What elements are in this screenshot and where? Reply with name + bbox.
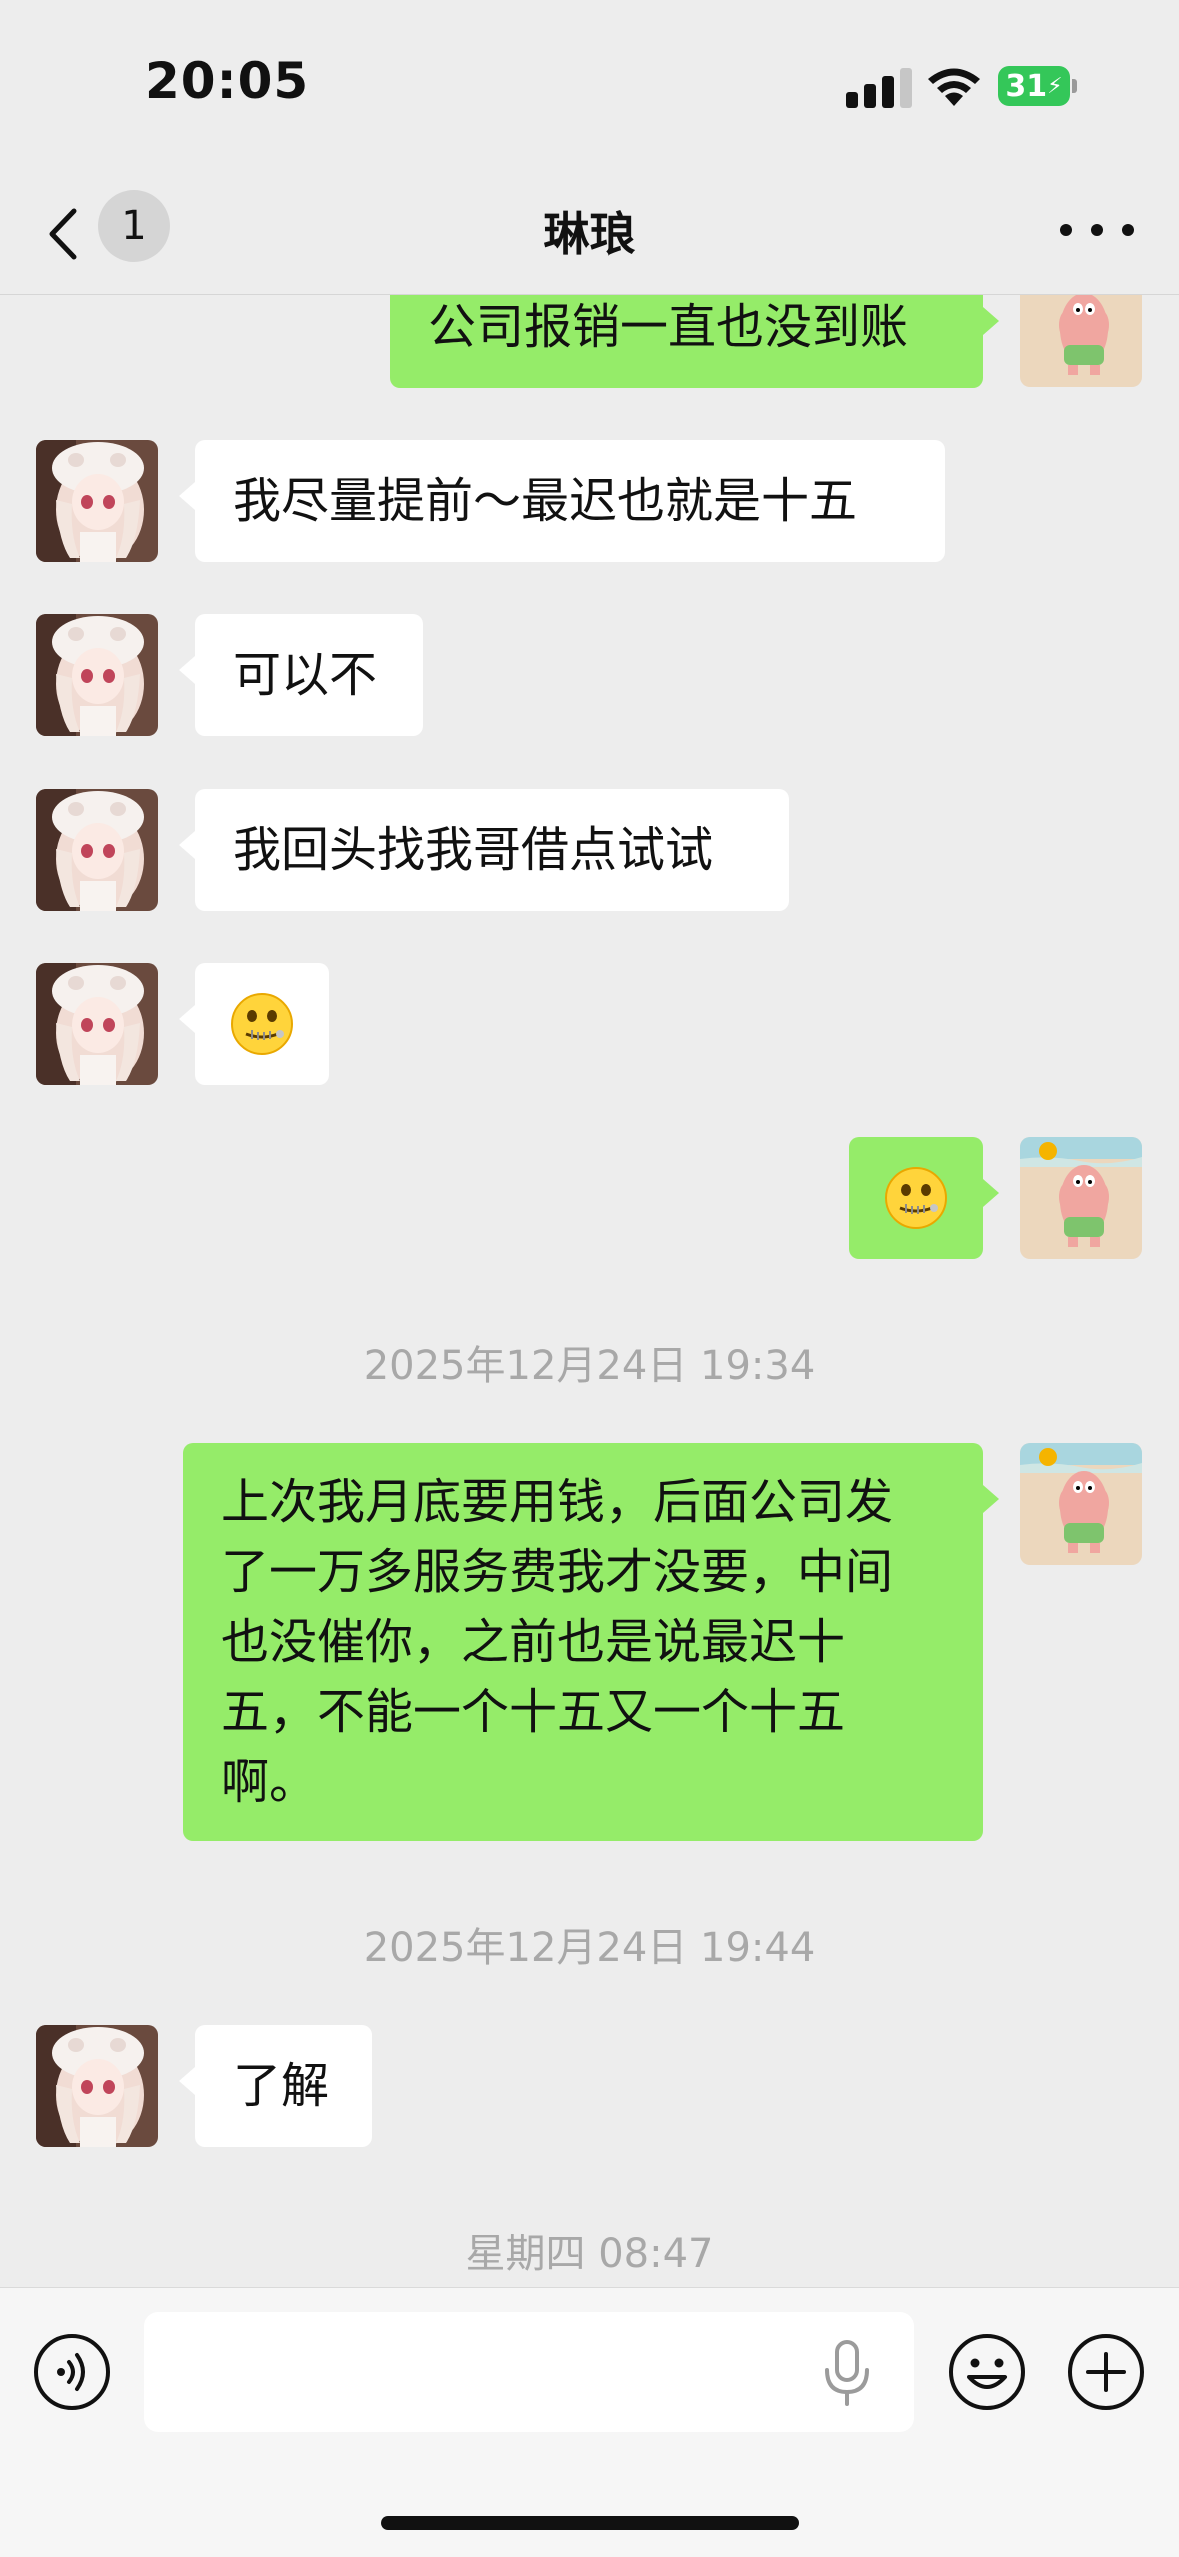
contact-avatar[interactable] bbox=[36, 963, 158, 1085]
message-timestamp: 星期四 08:47 bbox=[465, 2231, 714, 2277]
outgoing-message-bubble[interactable] bbox=[849, 1137, 999, 1259]
message-text: 了解 bbox=[233, 2058, 330, 2114]
contact-avatar[interactable] bbox=[36, 789, 158, 911]
status-bar: 20:05 31 ⚡ bbox=[0, 0, 1179, 170]
girl-avatar-icon bbox=[36, 2025, 158, 2147]
patrick-avatar-icon bbox=[1020, 295, 1142, 387]
message-text-line: 啊。 bbox=[221, 1754, 318, 1810]
outgoing-message-bubble[interactable]: 上次我月底要用钱，后面公司发 了一万多服务费我才没要，中间 也没催你，之前也是说… bbox=[183, 1443, 999, 1841]
outgoing-message-bubble[interactable]: 公司报销一直也没到账 bbox=[390, 295, 999, 388]
message-text: 我回头找我哥借点试试 bbox=[233, 822, 714, 878]
contact-avatar[interactable] bbox=[36, 614, 158, 736]
message-text: 我尽量提前～最迟也就是十五 bbox=[233, 473, 858, 529]
my-avatar[interactable] bbox=[1020, 295, 1142, 387]
message-list[interactable]: 公司报销一直也没到账 我尽量提前～最迟也就是十五 可以不 我回头找我哥借点试试 … bbox=[0, 295, 1179, 2295]
message-timestamp: 2025年12月24日 19:34 bbox=[363, 1343, 816, 1389]
message-timestamp: 2025年12月24日 19:44 bbox=[363, 1925, 816, 1971]
patrick-avatar-icon bbox=[1020, 1137, 1142, 1259]
more-dot-icon bbox=[1122, 224, 1134, 236]
incoming-message-bubble[interactable] bbox=[179, 963, 329, 1085]
microphone-icon[interactable] bbox=[822, 2340, 872, 2406]
home-indicator[interactable] bbox=[381, 2516, 799, 2530]
battery-level: 31 ⚡ bbox=[998, 66, 1070, 106]
message-text-line: 也没催你，之前也是说最迟十 bbox=[221, 1614, 846, 1670]
status-time: 20:05 bbox=[145, 52, 310, 110]
zipper-mouth-face-icon bbox=[884, 1166, 948, 1230]
battery-icon: 31 ⚡ bbox=[998, 64, 1078, 108]
message-text-line: 五，不能一个十五又一个十五 bbox=[221, 1684, 846, 1740]
girl-avatar-icon bbox=[36, 963, 158, 1085]
message-text-line: 上次我月底要用钱，后面公司发 bbox=[221, 1474, 894, 1530]
battery-percent: 31 bbox=[1005, 68, 1048, 104]
my-avatar[interactable] bbox=[1020, 1443, 1142, 1565]
incoming-message-bubble[interactable]: 可以不 bbox=[179, 614, 423, 736]
voice-mode-icon[interactable] bbox=[33, 2333, 111, 2411]
message-text: 公司报销一直也没到账 bbox=[428, 298, 909, 355]
more-options-button[interactable] bbox=[1060, 210, 1134, 250]
more-dot-icon bbox=[1091, 224, 1103, 236]
wifi-icon bbox=[928, 68, 980, 106]
plus-icon[interactable] bbox=[1067, 2333, 1145, 2411]
message-text-line: 了一万多服务费我才没要，中间 bbox=[221, 1544, 894, 1600]
girl-avatar-icon bbox=[36, 789, 158, 911]
contact-avatar[interactable] bbox=[36, 440, 158, 562]
chat-title: 琳琅 bbox=[543, 207, 636, 261]
incoming-message-bubble[interactable]: 我尽量提前～最迟也就是十五 bbox=[179, 440, 945, 562]
zipper-mouth-face-icon bbox=[230, 992, 294, 1056]
my-avatar[interactable] bbox=[1020, 1137, 1142, 1259]
message-text: 可以不 bbox=[233, 647, 378, 703]
cellular-signal-icon bbox=[846, 68, 912, 108]
girl-avatar-icon bbox=[36, 614, 158, 736]
smiley-face-icon[interactable] bbox=[948, 2333, 1026, 2411]
more-dot-icon bbox=[1060, 224, 1072, 236]
incoming-message-bubble[interactable]: 了解 bbox=[179, 2025, 372, 2147]
patrick-avatar-icon bbox=[1020, 1443, 1142, 1565]
message-input[interactable] bbox=[144, 2312, 914, 2432]
contact-avatar[interactable] bbox=[36, 2025, 158, 2147]
incoming-message-bubble[interactable]: 我回头找我哥借点试试 bbox=[179, 789, 789, 911]
girl-avatar-icon bbox=[36, 440, 158, 562]
chat-nav-bar: 1 琳琅 bbox=[0, 170, 1179, 295]
